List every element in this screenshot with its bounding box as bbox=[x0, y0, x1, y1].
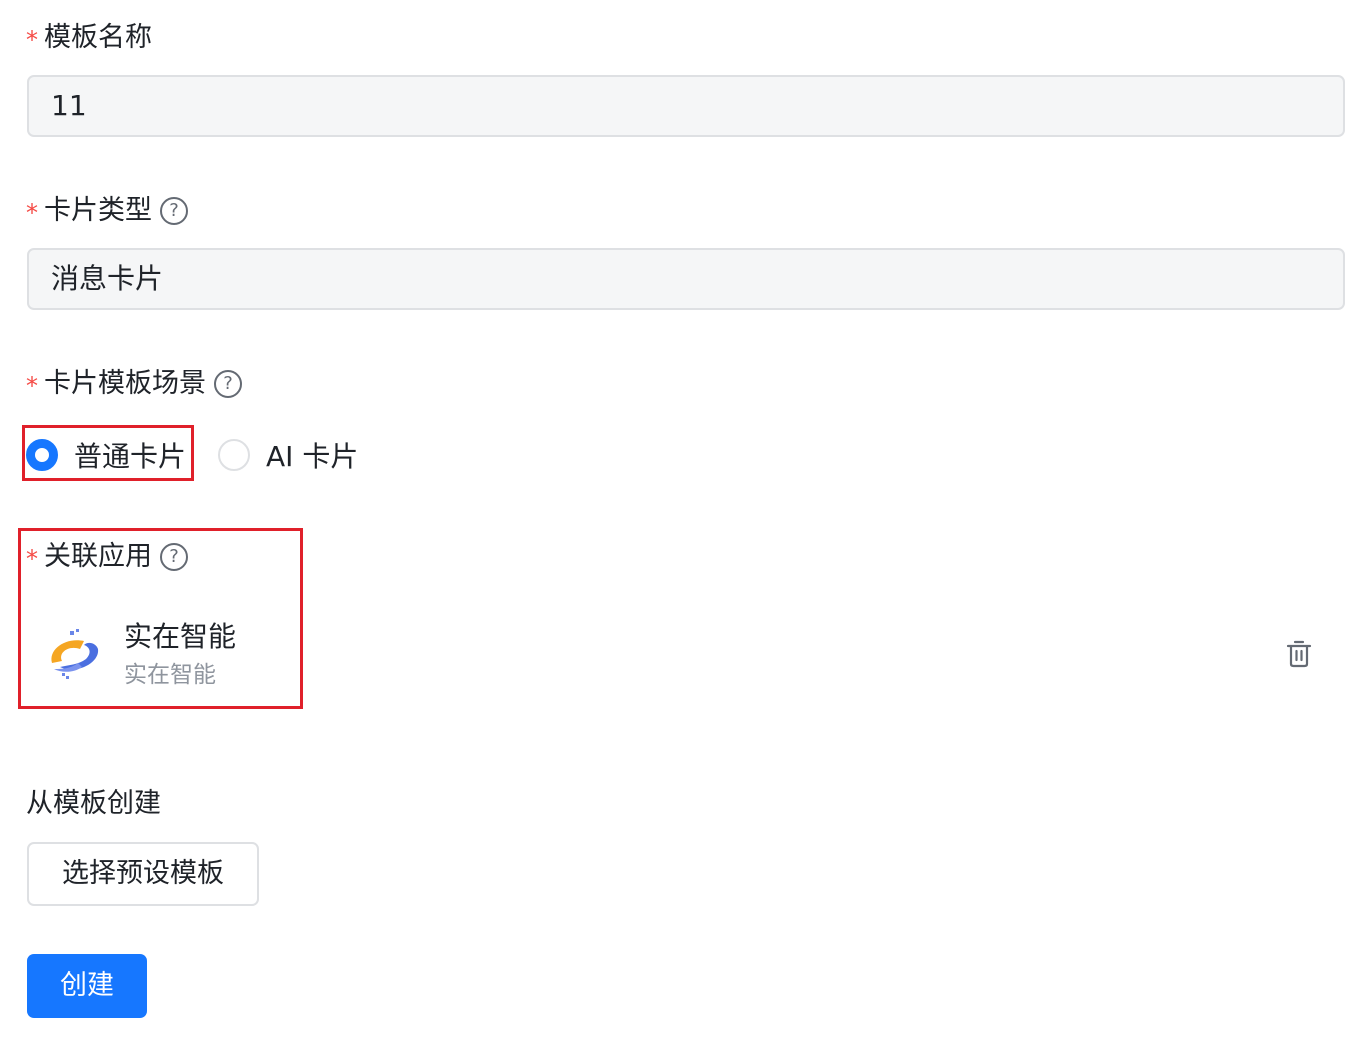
app-logo bbox=[51, 629, 99, 679]
template-name-label: * 模板名称 bbox=[26, 20, 152, 56]
linked-app-card: 实在智能 实在智能 bbox=[40, 610, 1330, 700]
help-icon[interactable]: ? bbox=[160, 197, 188, 225]
required-mark: * bbox=[26, 26, 38, 54]
trash-icon[interactable] bbox=[1286, 640, 1312, 668]
card-scene-label-text: 卡片模板场景 bbox=[44, 368, 206, 399]
required-mark: * bbox=[26, 199, 38, 227]
radio-unchecked-icon bbox=[218, 439, 251, 471]
card-scene-radio-group: 普通卡片 AI 卡片 bbox=[26, 430, 388, 480]
app-subtitle: 实在智能 bbox=[124, 662, 216, 688]
radio-checked-icon bbox=[26, 439, 58, 471]
help-icon[interactable]: ? bbox=[214, 370, 242, 398]
linked-app-label: * 关联应用 ? bbox=[26, 539, 188, 575]
radio-normal-card-label: 普通卡片 bbox=[74, 440, 187, 473]
linked-app-label-text: 关联应用 bbox=[44, 541, 152, 572]
card-type-label-text: 卡片类型 bbox=[44, 195, 152, 226]
required-mark: * bbox=[26, 372, 38, 400]
from-template-title: 从模板创建 bbox=[26, 788, 161, 819]
radio-ai-card-label: AI 卡片 bbox=[266, 440, 359, 473]
card-type-select[interactable]: 消息卡片 bbox=[27, 248, 1345, 310]
radio-ai-card[interactable]: AI 卡片 bbox=[218, 435, 358, 475]
app-text: 实在智能 实在智能 bbox=[124, 619, 236, 691]
create-button[interactable]: 创建 bbox=[27, 954, 147, 1018]
template-name-label-text: 模板名称 bbox=[44, 22, 152, 53]
select-preset-template-button[interactable]: 选择预设模板 bbox=[27, 842, 259, 906]
required-mark: * bbox=[26, 545, 38, 573]
template-name-input[interactable]: 11 bbox=[27, 75, 1345, 137]
app-name: 实在智能 bbox=[124, 620, 237, 653]
help-icon[interactable]: ? bbox=[160, 543, 188, 571]
radio-normal-card[interactable]: 普通卡片 bbox=[26, 435, 186, 475]
card-type-label: * 卡片类型 ? bbox=[26, 193, 188, 229]
card-scene-label: * 卡片模板场景 ? bbox=[26, 366, 242, 402]
